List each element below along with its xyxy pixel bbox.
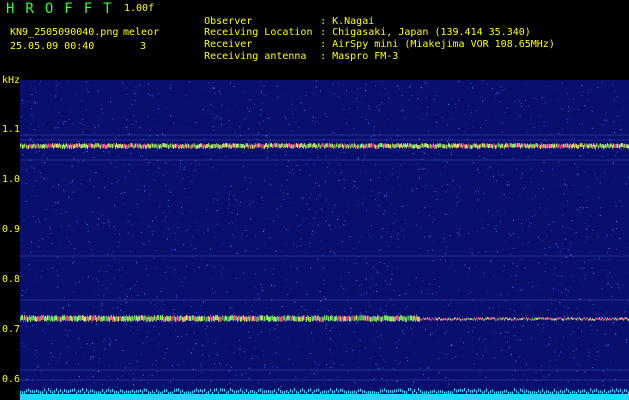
filename-label: KN9_2505090040.png — [10, 27, 119, 38]
y-tick-0-8: 0.8 — [2, 274, 21, 285]
spectrogram-plot — [20, 80, 629, 400]
meleor-label: meleor — [123, 27, 160, 38]
y-tick-1-0: 1.0 — [2, 174, 21, 185]
y-tick-0-9: 0.9 — [2, 224, 21, 235]
y-tick-0-7: 0.7 — [2, 324, 21, 335]
brand-title: HROFFT — [6, 1, 123, 17]
spectrogram-background — [20, 80, 629, 400]
version-label: 1.00f — [124, 3, 155, 14]
meleor-count: 3 — [140, 41, 147, 52]
header: HROFFT 1.00f KN9_2505090040.png meleor 2… — [0, 0, 629, 72]
meta-antenna: Receiving antenna: Maspro FM-3 — [204, 51, 399, 62]
y-axis-unit: kHz — [2, 75, 21, 86]
y-tick-1-1: 1.1 — [2, 124, 21, 135]
y-tick-0-6: 0.6 — [2, 374, 21, 385]
datetime-label: 25.05.09 00:40 — [10, 41, 95, 52]
